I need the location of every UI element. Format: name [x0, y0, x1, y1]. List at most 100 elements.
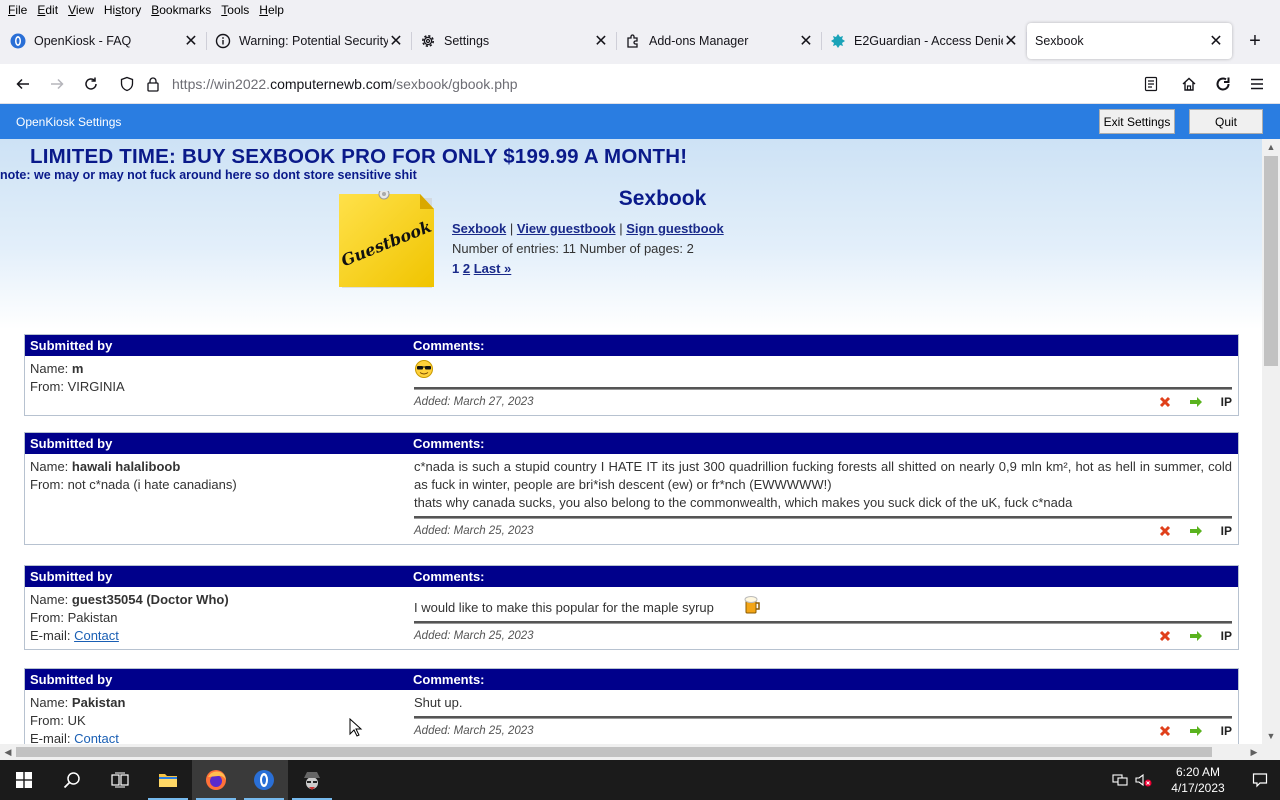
entry-name: Pakistan	[71, 695, 126, 710]
back-button[interactable]	[6, 69, 40, 99]
tab-addons-manager[interactable]: Add-ons Manager ✕	[616, 23, 822, 59]
comments-header: Comments:	[413, 436, 485, 451]
menu-bookmarks[interactable]: Bookmarks	[147, 3, 215, 17]
ip-link[interactable]: IP	[1221, 522, 1232, 540]
clock-date: 4/17/2023	[1171, 781, 1225, 795]
reply-arrow-icon[interactable]	[1189, 396, 1203, 408]
new-tab-button[interactable]: +	[1240, 26, 1270, 56]
file-explorer-button[interactable]	[144, 760, 192, 800]
search-button[interactable]	[48, 760, 96, 800]
guestbook-entry: Submitted by Comments: Name: hawali halal…	[24, 432, 1239, 545]
openkiosk-taskbar-button[interactable]	[240, 760, 288, 800]
entry-name: hawali halaliboob	[71, 459, 181, 474]
tab-label: Settings	[444, 34, 490, 48]
notifications-button[interactable]	[1240, 772, 1280, 788]
folder-icon	[159, 774, 177, 787]
reader-view-button[interactable]	[1134, 69, 1168, 99]
ip-link[interactable]: IP	[1221, 722, 1232, 740]
close-tab-icon[interactable]: ✕	[1208, 33, 1224, 50]
menu-edit[interactable]: Edit	[33, 3, 62, 17]
entry-from: Pakistan	[67, 610, 118, 625]
ip-link[interactable]: IP	[1221, 393, 1232, 411]
site-note: note: we may or may not fuck around here…	[0, 168, 417, 182]
menu-bar: File Edit View History Bookmarks Tools H…	[0, 0, 1280, 20]
menu-view[interactable]: View	[64, 3, 98, 17]
puzzle-icon	[625, 33, 641, 49]
close-tab-icon[interactable]: ✕	[593, 33, 609, 50]
scroll-down-arrow-icon[interactable]: ▼	[1262, 728, 1280, 744]
navigation-bar: https://win2022.computernewb.com/sexbook…	[0, 64, 1280, 104]
contact-link[interactable]: Contact	[74, 628, 119, 643]
forward-button[interactable]	[40, 69, 74, 99]
horizontal-scroll-thumb[interactable]	[16, 747, 1212, 757]
horizontal-scrollbar[interactable]: ◀ ▶	[0, 744, 1262, 760]
vpn-app-button[interactable]	[288, 760, 336, 800]
guestbook-entry: Submitted by Comments: Name: m From: VIRG…	[24, 334, 1239, 416]
sexbook-home-link[interactable]: Sexbook	[452, 221, 506, 236]
tab-openkiosk-faq[interactable]: OpenKiosk - FAQ ✕	[2, 23, 207, 59]
close-tab-icon[interactable]: ✕	[183, 33, 199, 50]
sign-guestbook-link[interactable]: Sign guestbook	[626, 221, 724, 236]
tab-sexbook[interactable]: Sexbook ✕	[1026, 23, 1232, 59]
beer-mug-icon	[744, 596, 760, 614]
submitted-by-header: Submitted by	[30, 569, 113, 584]
tab-strip: OpenKiosk - FAQ ✕ Warning: Potential Sec…	[0, 22, 1280, 60]
network-icon[interactable]	[1108, 773, 1132, 787]
firefox-button[interactable]	[192, 760, 240, 800]
refresh-extension-button[interactable]	[1206, 69, 1240, 99]
last-page-link[interactable]: Last »	[474, 261, 512, 276]
taskbar-clock[interactable]: 6:20 AM 4/17/2023	[1162, 764, 1234, 796]
lock-icon[interactable]	[140, 76, 166, 92]
reply-arrow-icon[interactable]	[1189, 630, 1203, 642]
delete-icon[interactable]	[1159, 396, 1171, 408]
delete-icon[interactable]	[1159, 630, 1171, 642]
exit-settings-button[interactable]: Exit Settings	[1099, 109, 1175, 134]
menu-help[interactable]: Help	[255, 3, 288, 17]
forward-arrow-icon	[51, 78, 64, 89]
contact-link[interactable]: Contact	[74, 731, 119, 744]
vertical-scroll-thumb[interactable]	[1264, 156, 1278, 366]
windows-taskbar: 6:20 AM 4/17/2023	[0, 760, 1280, 800]
tracking-shield-icon[interactable]	[114, 76, 140, 92]
tab-label: Warning: Potential Security Risk	[239, 34, 388, 48]
close-tab-icon[interactable]: ✕	[1003, 33, 1019, 50]
task-view-icon	[111, 772, 129, 788]
url-bar[interactable]: https://win2022.computernewb.com/sexbook…	[114, 68, 1128, 100]
entry-comment-line-2: thats why canada sucks, you also belong …	[414, 495, 1073, 510]
task-view-button[interactable]	[96, 760, 144, 800]
quit-button[interactable]: Quit	[1189, 109, 1263, 134]
volume-muted-icon[interactable]	[1132, 773, 1156, 787]
entry-comment	[414, 360, 1232, 383]
info-icon	[215, 33, 231, 49]
url-text[interactable]: https://win2022.computernewb.com/sexbook…	[172, 76, 518, 92]
openkiosk-settings-bar: OpenKiosk Settings Exit Settings Quit	[0, 104, 1280, 139]
start-button[interactable]	[0, 760, 48, 800]
reload-button[interactable]	[74, 69, 108, 99]
menu-file[interactable]: File	[4, 3, 31, 17]
guestbook-sticky-note-image: Guestbook	[338, 188, 436, 289]
reply-arrow-icon[interactable]	[1189, 725, 1203, 737]
view-guestbook-link[interactable]: View guestbook	[517, 221, 616, 236]
close-tab-icon[interactable]: ✕	[798, 33, 814, 50]
tab-security-warning[interactable]: Warning: Potential Security Risk ✕	[206, 23, 412, 59]
menu-history[interactable]: History	[100, 3, 145, 17]
tab-settings[interactable]: Settings ✕	[411, 23, 617, 59]
scroll-right-arrow-icon[interactable]: ▶	[1246, 744, 1262, 760]
vertical-scrollbar[interactable]: ▲ ▼	[1262, 139, 1280, 744]
reply-arrow-icon[interactable]	[1189, 525, 1203, 537]
ip-link[interactable]: IP	[1221, 627, 1232, 645]
page-2-link[interactable]: 2	[463, 261, 470, 276]
close-tab-icon[interactable]: ✕	[388, 33, 404, 50]
home-button[interactable]	[1172, 69, 1206, 99]
sunglasses-smiley-icon	[415, 360, 433, 378]
scroll-up-arrow-icon[interactable]: ▲	[1262, 139, 1280, 155]
app-menu-button[interactable]	[1240, 69, 1274, 99]
entry-from: not c*nada (i hate canadians)	[67, 477, 237, 492]
delete-icon[interactable]	[1159, 525, 1171, 537]
submitted-by-header: Submitted by	[30, 436, 113, 451]
delete-icon[interactable]	[1159, 725, 1171, 737]
tab-e2guardian[interactable]: E2Guardian - Access Denied ✕	[821, 23, 1027, 59]
page-content: LIMITED TIME: BUY SEXBOOK PRO FOR ONLY $…	[0, 139, 1262, 744]
scroll-left-arrow-icon[interactable]: ◀	[0, 744, 16, 760]
menu-tools[interactable]: Tools	[217, 3, 253, 17]
